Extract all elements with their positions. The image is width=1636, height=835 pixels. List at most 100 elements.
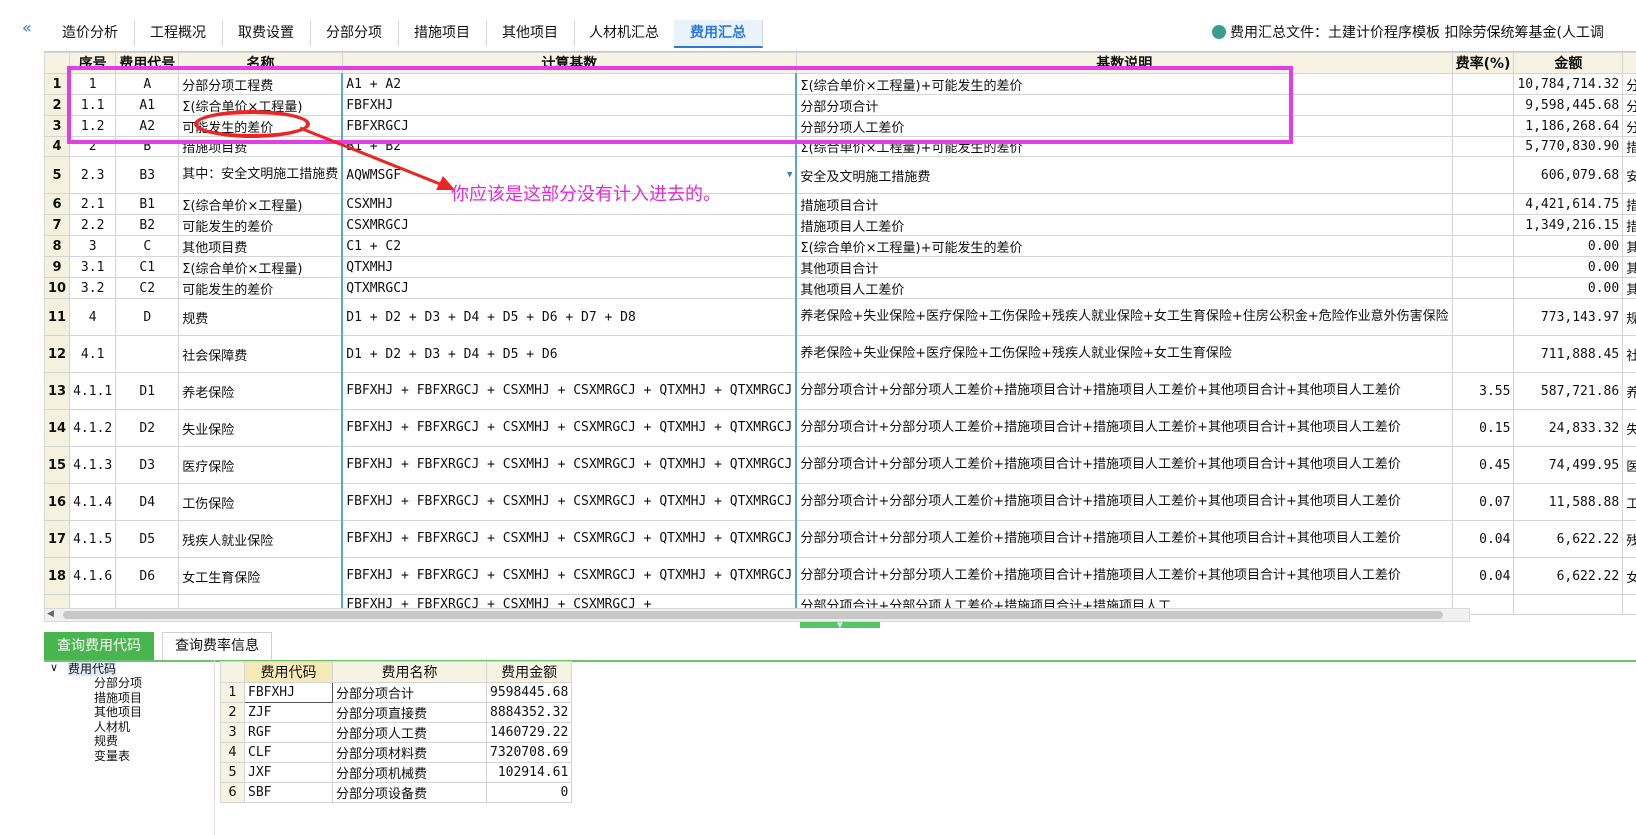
- tab-8[interactable]: 费用汇总: [674, 20, 763, 48]
- cell-base[interactable]: FBFXHJ: [341, 94, 798, 116]
- cell-name[interactable]: Σ(综合单价×工程量): [178, 94, 343, 116]
- cell-code[interactable]: A1: [115, 94, 180, 116]
- cell-rate[interactable]: [1451, 298, 1515, 336]
- cell-category[interactable]: 分部分项人工调整费: [1622, 115, 1636, 137]
- cell-category[interactable]: 分部分项综合合价: [1622, 94, 1636, 116]
- cell-desc[interactable]: Σ(综合单价×工程量)+可能发生的差价: [795, 73, 1453, 95]
- cell-rate[interactable]: [1451, 235, 1515, 257]
- table-row[interactable]: 12 4.1 社会保障费 D1 + D2 + D3 + D4 + D5 + D6 养老保…: [44, 335, 1636, 373]
- cell-fee-code[interactable]: ZJF: [244, 702, 333, 723]
- table-row[interactable]: 2 1.1 A1 Σ(综合单价×工程量) FBFXHJ 分部分项合计 9,598,445.6…: [44, 94, 1636, 116]
- fee-code-row[interactable]: 2 ZJF 分部分项直接费 8884352.32: [220, 702, 573, 723]
- cell-base[interactable]: B1 + B2: [341, 136, 798, 157]
- tab-4[interactable]: 分部分项: [310, 20, 399, 46]
- cell-base[interactable]: QTXMRGCJ: [341, 277, 798, 299]
- cell-fee-code[interactable]: FBFXHJ: [244, 682, 333, 703]
- cell-fee-name[interactable]: 分部分项设备费: [332, 782, 487, 803]
- cell-name[interactable]: 其他项目费: [178, 235, 343, 257]
- cell-desc[interactable]: 其他项目合计: [795, 256, 1453, 278]
- table-row[interactable]: 7 2.2 B2 可能发生的差价 CSXMRGCJ 措施项目人工差价 1,349,216.1…: [44, 214, 1636, 236]
- tab-5[interactable]: 措施项目: [398, 20, 487, 46]
- cell-seq[interactable]: 3.1: [69, 256, 117, 278]
- cell-seq[interactable]: 4.1.4: [69, 483, 117, 521]
- cell-code[interactable]: B3: [115, 156, 180, 194]
- cell-fee-amount[interactable]: 9598445.68: [485, 682, 573, 703]
- cell-name[interactable]: 养老保险: [178, 372, 343, 410]
- table-row[interactable]: 93.1C1Σ(综合单价×工程量)QTXMHJ其他项目合计 0.00其他项目综合合…: [44, 256, 1636, 278]
- cell-fee-amount[interactable]: 102914.61: [485, 762, 573, 783]
- cell-fee-name[interactable]: 分部分项合计: [332, 682, 487, 703]
- cell-category[interactable]: 措施项目综合合价: [1622, 193, 1636, 215]
- cell-desc[interactable]: 分部分项合计: [795, 94, 1453, 116]
- cell-desc[interactable]: Σ(综合单价×工程量)+可能发生的差价: [795, 235, 1453, 257]
- cell-seq[interactable]: 3: [69, 235, 117, 257]
- cell-rate[interactable]: [1451, 115, 1515, 137]
- cell-desc[interactable]: 养老保险+失业保险+医疗保险+工伤保险+残疾人就业保险+女工生育保险+住房公积金…: [795, 298, 1453, 336]
- table-row[interactable]: 17 4.1.5 D5 残疾人就业保险 FBFXHJ + FBFXRGCJ + CSXM…: [44, 520, 1636, 558]
- cell-base[interactable]: C1 + C2: [341, 235, 798, 257]
- cell-seq[interactable]: 2: [69, 136, 117, 157]
- cell-fee-name[interactable]: 分部分项直接费: [332, 702, 487, 723]
- cell-fee-amount[interactable]: 0: [485, 782, 573, 803]
- tree-expand-icon[interactable]: ∨: [50, 661, 58, 675]
- tab-1[interactable]: 造价分析: [46, 20, 135, 46]
- cell-name[interactable]: 残疾人就业保险: [178, 520, 343, 558]
- bottom-tab-2[interactable]: 查询费率信息: [162, 632, 272, 660]
- scrollbar-thumb[interactable]: [63, 611, 1443, 619]
- cell-desc[interactable]: Σ(综合单价×工程量)+可能发生的差价: [795, 136, 1453, 157]
- cell-seq[interactable]: 4.1: [69, 335, 117, 373]
- cell-desc[interactable]: 分部分项人工差价: [795, 115, 1453, 137]
- cell-category[interactable]: 安全及文明施工措施费: [1622, 156, 1636, 194]
- tab-2[interactable]: 工程概况: [134, 20, 223, 46]
- cell-seq[interactable]: 4.1.5: [69, 520, 117, 558]
- cell-rate[interactable]: [1451, 156, 1515, 194]
- cell-rate[interactable]: [1451, 94, 1515, 116]
- cell-seq[interactable]: 2.3: [69, 156, 117, 194]
- cell-seq[interactable]: 1.1: [69, 94, 117, 116]
- cell-name[interactable]: 可能发生的差价: [178, 214, 343, 236]
- table-row[interactable]: 16 4.1.4 D4 工伤保险 FBFXHJ + FBFXRGCJ + CSXMHJ …: [44, 483, 1636, 521]
- cell-rate[interactable]: [1451, 73, 1515, 95]
- table-row[interactable]: 11 4 D 规费 D1 + D2 + D3 + D4 + D5 + D6 + D7 +…: [44, 298, 1636, 336]
- cell-fee-amount[interactable]: 1460729.22: [485, 722, 573, 743]
- cell-rate[interactable]: [1451, 335, 1515, 373]
- cell-code[interactable]: C1: [115, 256, 180, 278]
- table-row[interactable]: 13 4.1.1 D1 养老保险 FBFXHJ + FBFXRGCJ + CSXMHJ …: [44, 372, 1636, 410]
- table-row[interactable]: 4 2 B 措施项目费 B1 + B2 Σ(综合单价×工程量)+可能发生的差价 5,770,…: [44, 136, 1636, 157]
- tree-item[interactable]: 变量表: [94, 749, 130, 763]
- cell-seq[interactable]: 4: [69, 298, 117, 336]
- table-row[interactable]: 5 2.3 B3 其中：安全文明施工措施费 AQWMSGF ▼ 安全及文明施工措施费 606,…: [44, 156, 1636, 194]
- cell-desc[interactable]: 分部分项合计+分部分项人工差价+措施项目合计+措施项目人工差价+其他项目合计+其…: [795, 446, 1453, 484]
- fee-code-row[interactable]: 3 RGF 分部分项人工费 1460729.22: [220, 722, 573, 743]
- cell-fee-code[interactable]: SBF: [244, 782, 333, 803]
- cell-name[interactable]: Σ(综合单价×工程量): [178, 256, 343, 278]
- fee-code-row[interactable]: 5 JXF 分部分项机械费 102914.61: [220, 762, 573, 783]
- cell-desc[interactable]: 分部分项合计+分部分项人工差价+措施项目合计+措施项目人工差价+其他项目合计+其…: [795, 520, 1453, 558]
- cell-desc[interactable]: 养老保险+失业保险+医疗保险+工伤保险+残疾人就业保险+女工生育保险: [795, 335, 1453, 373]
- tab-6[interactable]: 其他项目: [486, 20, 575, 46]
- cell-code[interactable]: D1: [115, 372, 180, 410]
- table-row[interactable]: 14 4.1.2 D2 失业保险 FBFXHJ + FBFXRGCJ + CSXMHJ …: [44, 409, 1636, 447]
- cell-base[interactable]: FBFXRGCJ: [341, 115, 798, 137]
- cell-name[interactable]: 失业保险: [178, 409, 343, 447]
- cell-base[interactable]: D1 + D2 + D3 + D4 + D5 + D6: [341, 335, 798, 373]
- cell-seq[interactable]: 4.1.3: [69, 446, 117, 484]
- cell-code[interactable]: B: [115, 136, 180, 157]
- cell-category[interactable]: 失业保险: [1622, 409, 1636, 447]
- dropdown-icon[interactable]: ▼: [787, 170, 792, 180]
- cell-seq[interactable]: 1: [69, 73, 117, 95]
- cell-base[interactable]: D1 + D2 + D3 + D4 + D5 + D6 + D7 + D8: [341, 298, 798, 336]
- cell-desc[interactable]: 分部分项合计+分部分项人工差价+措施项目合计+措施项目人工差价+其他项目合计+其…: [795, 557, 1453, 595]
- cell-fee-amount[interactable]: 8884352.32: [485, 702, 573, 723]
- cell-category[interactable]: 其他项目费: [1622, 235, 1636, 257]
- cell-desc[interactable]: 安全及文明施工措施费: [795, 156, 1453, 194]
- cell-seq[interactable]: 1.2: [69, 115, 117, 137]
- cell-seq[interactable]: 4.1.6: [69, 557, 117, 595]
- cell-name[interactable]: 分部分项工程费: [178, 73, 343, 95]
- cell-category[interactable]: 分部分项工程费: [1622, 73, 1636, 95]
- cell-category[interactable]: [1622, 594, 1636, 615]
- cell-category[interactable]: 医疗保险: [1622, 446, 1636, 484]
- cell-base[interactable]: QTXMHJ: [341, 256, 798, 278]
- cell-name[interactable]: 规费: [178, 298, 343, 336]
- cell-base[interactable]: CSXMRGCJ: [341, 214, 798, 236]
